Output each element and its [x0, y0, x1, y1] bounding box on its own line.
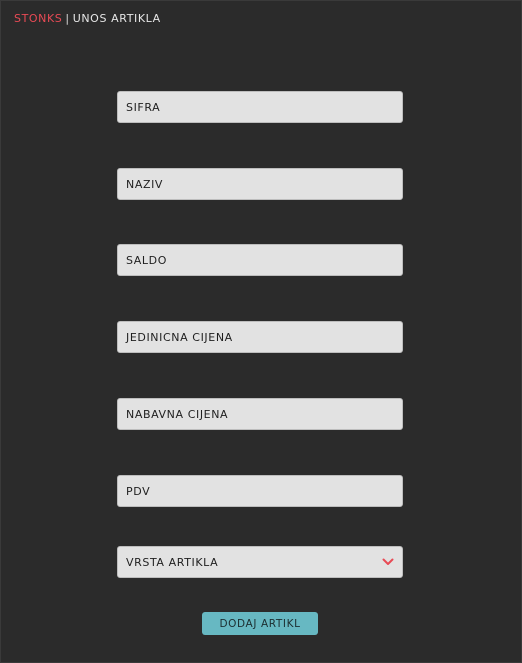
vrsta-artikla-select[interactable]: VRSTA ARTIKLA — [117, 546, 403, 578]
sifra-input[interactable]: SIFRA — [117, 91, 403, 123]
nabavna-cijena-input[interactable]: NABAVNA CIJENA — [117, 398, 403, 430]
title-separator: | — [65, 12, 70, 25]
pdv-input[interactable]: PDV — [117, 475, 403, 507]
vrsta-artikla-selected: VRSTA ARTIKLA — [126, 555, 219, 569]
naziv-input[interactable]: NAZIV — [117, 168, 403, 200]
page-title: STONKS | UNOS ARTIKLA — [14, 12, 161, 25]
naziv-placeholder: NAZIV — [126, 177, 164, 191]
dodaj-artikl-button[interactable]: DODAJ ARTIKL — [202, 612, 318, 635]
jedinicna-cijena-placeholder: JEDINICNA CIJENA — [126, 330, 233, 344]
saldo-placeholder: SALDO — [126, 253, 167, 267]
brand-logo-text: STONKS — [14, 12, 63, 25]
chevron-down-icon[interactable] — [382, 558, 394, 566]
jedinicna-cijena-input[interactable]: JEDINICNA CIJENA — [117, 321, 403, 353]
nabavna-cijena-placeholder: NABAVNA CIJENA — [126, 407, 229, 421]
saldo-input[interactable]: SALDO — [117, 244, 403, 276]
page-heading: UNOS ARTIKLA — [72, 12, 161, 25]
app-window: STONKS | UNOS ARTIKLA SIFRA NAZIV SALDO JE… — [0, 0, 522, 663]
pdv-placeholder: PDV — [126, 484, 151, 498]
sifra-placeholder: SIFRA — [126, 100, 161, 114]
